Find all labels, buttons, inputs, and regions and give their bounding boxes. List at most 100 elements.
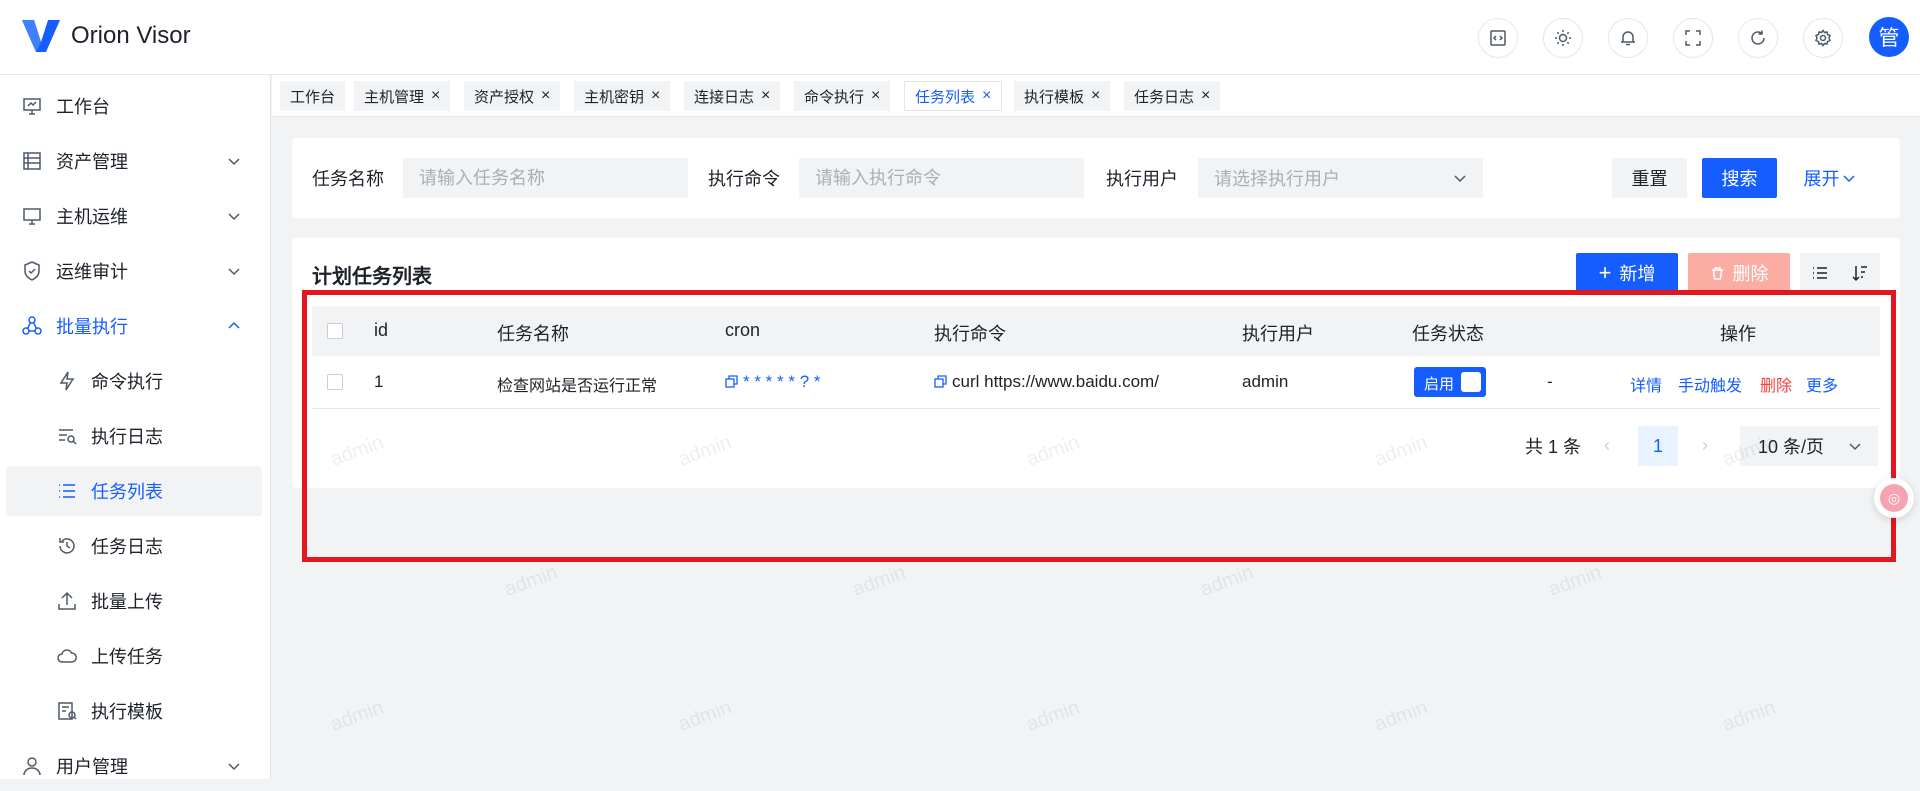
close-icon[interactable]: × [431,87,440,105]
cell-cron[interactable]: * * * * * ? * [725,372,821,392]
sidebar-item-batch-exec[interactable]: 批量执行 [6,301,262,351]
chevron-down-icon [1454,175,1466,183]
chevron-up-icon [228,321,240,329]
reset-button[interactable]: 重置 [1612,158,1687,198]
close-icon[interactable]: × [651,87,660,105]
delete-button[interactable]: 删除 [1688,253,1790,293]
close-icon[interactable]: × [982,87,991,105]
sidebar-item-label: 用户管理 [56,757,128,777]
close-icon[interactable]: × [1091,87,1100,105]
theme-icon[interactable] [1543,18,1583,58]
tab-command-exec[interactable]: 命令执行 × [794,81,891,111]
avatar[interactable]: 管 [1869,17,1909,57]
task-table-card: 计划任务列表 + 新增 删除 id 任务名称 cron 执行命令 执行用户 任务… [292,238,1900,488]
select-all-checkbox[interactable] [327,323,343,339]
page-size-select[interactable]: 10 条/页 [1740,426,1878,466]
close-icon[interactable]: × [1201,87,1210,105]
sidebar-item-command-exec[interactable]: 命令执行 [6,356,262,406]
gear-icon[interactable] [1803,18,1843,58]
upload-icon [58,591,76,610]
sidebar-item-workbench[interactable]: 工作台 [6,81,262,131]
table-row: 1 检查网站是否运行正常 * * * * * ? * curl https://… [312,356,1880,409]
tab-label: 主机管理 [364,88,425,106]
floating-assistant-button[interactable]: ◎ [1874,478,1914,518]
sidebar-item-label: 上传任务 [91,647,163,667]
tab-bar: 工作台 主机管理 × 资产授权 × 主机密钥 × 连接日志 × 命令执行 × 任务列表 × … [272,75,1920,117]
sidebar-item-batch-upload[interactable]: 批量上传 [6,576,262,626]
cron-value: * * * * * ? * [743,372,821,391]
top-header: Orion Visor 管 [0,0,1920,75]
watermark: admin [327,696,387,736]
prev-page-button[interactable]: ‹ [1604,435,1610,456]
fullscreen-icon[interactable] [1673,18,1713,58]
command-input[interactable] [799,158,1084,198]
tab-host-management[interactable]: 主机管理 × [354,81,451,111]
delete-link[interactable]: 删除 [1760,372,1792,396]
expand-button[interactable]: 展开 [1792,158,1867,198]
cell-exec-user: admin [1242,372,1289,391]
sidebar-item-assets[interactable]: 资产管理 [6,136,262,186]
add-button[interactable]: + 新增 [1576,253,1678,293]
column-header: 执行命令 [934,324,1006,344]
column-header: 任务名称 [497,324,569,344]
next-page-button[interactable]: › [1702,435,1708,456]
bolt-icon [59,371,75,391]
code-icon[interactable] [1478,18,1518,58]
sidebar-item-task-list[interactable]: 任务列表 [6,466,262,516]
cell-extra: - [1547,372,1553,391]
close-icon[interactable]: × [761,87,770,105]
tab-task-list[interactable]: 任务列表 × [904,81,1003,111]
close-icon[interactable]: × [871,87,880,105]
toggle-knob [1461,372,1481,392]
close-icon[interactable]: × [541,87,550,105]
cell-command[interactable]: curl https://www.baidu.com/ [934,372,1159,392]
exec-user-select[interactable]: 请选择执行用户 [1198,158,1483,198]
sort-icon[interactable] [1840,253,1880,293]
detail-link[interactable]: 详情 [1630,372,1662,396]
status-toggle[interactable]: 启用 [1414,367,1486,397]
sidebar-item-label: 任务列表 [91,482,163,502]
monitor-icon [23,98,41,115]
tab-label: 任务日志 [1134,88,1195,106]
page-1-button[interactable]: 1 [1638,426,1678,466]
sidebar-item-exec-log[interactable]: 执行日志 [6,411,262,461]
bell-icon[interactable] [1608,18,1648,58]
tab-host-keys[interactable]: 主机密钥 × [574,81,671,111]
column-header: cron [725,320,761,340]
sidebar-item-task-log[interactable]: 任务日志 [6,521,262,571]
orion-logo-icon [22,20,60,52]
sidebar-item-exec-template[interactable]: 执行模板 [6,686,262,736]
sidebar-item-label: 批量执行 [56,317,128,337]
sidebar-item-audit[interactable]: 运维审计 [6,246,262,296]
desktop-icon [23,208,41,225]
table-header: id 任务名称 cron 执行命令 执行用户 任务状态 操作 [312,306,1880,356]
tab-exec-template[interactable]: 执行模板 × [1014,81,1111,111]
nodes-icon [22,316,42,335]
page-size-value: 10 条/页 [1758,437,1825,457]
more-link[interactable]: 更多 [1806,372,1838,396]
copy-icon[interactable] [725,375,738,388]
delete-label: 删除 [1732,264,1769,284]
refresh-icon[interactable] [1738,18,1778,58]
row-checkbox[interactable] [327,374,343,390]
tab-asset-auth[interactable]: 资产授权 × [464,81,561,111]
watermark: admin [1023,696,1083,736]
tab-task-log[interactable]: 任务日志 × [1124,81,1221,111]
search-button[interactable]: 搜索 [1702,158,1777,198]
sidebar-item-label: 资产管理 [56,152,128,172]
sidebar-item-label: 工作台 [56,97,110,117]
tab-connection-log[interactable]: 连接日志 × [684,81,781,111]
command-value: curl https://www.baidu.com/ [952,372,1159,391]
task-list-icon [59,484,75,498]
sidebar-item-label: 批量上传 [91,592,163,612]
manual-trigger-link[interactable]: 手动触发 [1678,372,1742,396]
sidebar-item-upload-task[interactable]: 上传任务 [6,631,262,681]
sidebar-item-users[interactable]: 用户管理 [6,741,262,791]
add-label: 新增 [1619,264,1656,284]
sidebar-item-label: 运维审计 [56,262,128,282]
list-view-icon[interactable] [1800,253,1840,293]
tab-workbench[interactable]: 工作台 [280,81,346,111]
copy-icon[interactable] [934,375,947,388]
task-name-input[interactable] [403,158,688,198]
sidebar-item-host-ops[interactable]: 主机运维 [6,191,262,241]
